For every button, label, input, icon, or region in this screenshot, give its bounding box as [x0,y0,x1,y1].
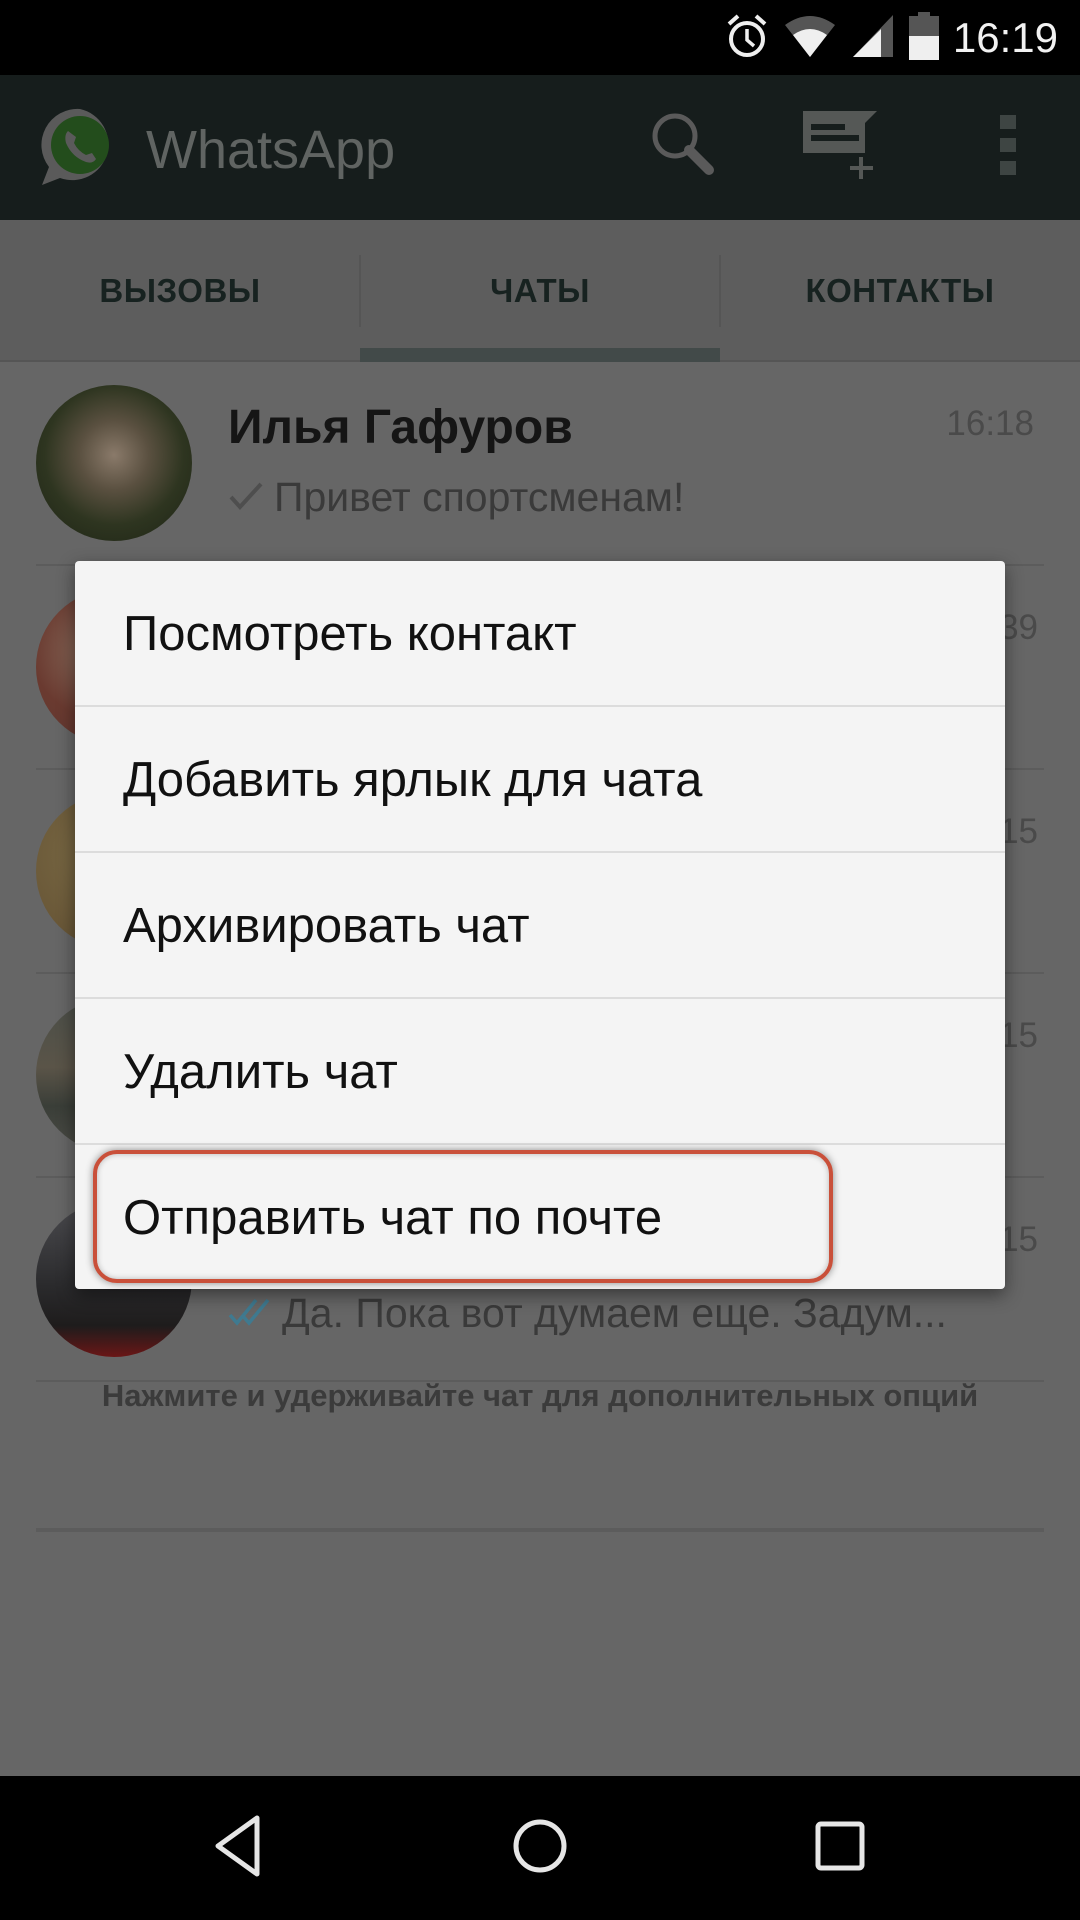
cell-signal-icon [851,13,895,64]
menu-item-add-shortcut[interactable]: Добавить ярлык для чата [75,707,1005,852]
whatsapp-logo-icon [38,105,122,189]
long-press-hint: Нажмите и удерживайте чат для дополнител… [101,1378,979,1413]
status-time: 16:19 [952,14,1058,61]
chat-row[interactable]: Илья Гафуров 16:18 Привет спортсменам! [0,362,1080,566]
chat-last-message: Привет спортсменам! [228,474,684,521]
chat-message-text: Да. Пока вот думаем еще. Задум... [282,1290,947,1336]
alarm-icon [725,12,769,65]
app-title: WhatsApp [146,120,396,180]
search-icon [649,110,719,185]
menu-item-archive-chat[interactable]: Архивировать чат [75,853,1005,998]
navigation-bar [0,1776,1080,1920]
new-chat-button[interactable] [800,105,884,189]
chat-name: Илья Гафуров [228,401,573,454]
menu-item-view-contact[interactable]: Посмотреть контакт [75,561,1005,706]
tab-bar: ВЫЗОВЫ ЧАТЫ КОНТАКТЫ [0,220,1080,362]
menu-item-email-chat[interactable]: Отправить чат по почте [75,1145,1005,1290]
chat-context-menu: Посмотреть контакт Добавить ярлык для ча… [75,561,1005,1289]
chat-last-message: Да. Пока вот думаем еще. Задум... [228,1290,947,1337]
overflow-menu-button[interactable] [966,105,1050,189]
wifi-icon [783,13,837,64]
back-button[interactable] [190,1808,290,1888]
menu-item-delete-chat[interactable]: Удалить чат [75,999,1005,1144]
tab-contacts[interactable]: КОНТАКТЫ [720,220,1080,362]
recents-button[interactable] [790,1808,890,1888]
app-bar: WhatsApp [0,75,1080,220]
search-button[interactable] [642,105,726,189]
tab-calls[interactable]: ВЫЗОВЫ [0,220,360,362]
new-chat-icon [797,105,887,190]
avatar [36,385,192,541]
back-icon [210,1814,270,1883]
status-icons: 16:19 [725,11,1058,65]
chat-message-text: Привет спортсменам! [274,474,685,520]
home-button[interactable] [490,1808,590,1888]
home-icon [510,1816,570,1881]
single-check-icon [228,474,264,521]
hint-divider [36,1528,1044,1532]
status-bar: 16:19 [0,0,1080,75]
recents-icon [812,1818,868,1879]
chat-time: 16:18 [946,404,1034,443]
tab-chats[interactable]: ЧАТЫ [360,220,720,362]
double-check-read-icon [228,1290,272,1337]
overflow-menu-icon [998,113,1018,182]
battery-icon [908,11,939,65]
tab-selected-indicator [360,348,720,362]
